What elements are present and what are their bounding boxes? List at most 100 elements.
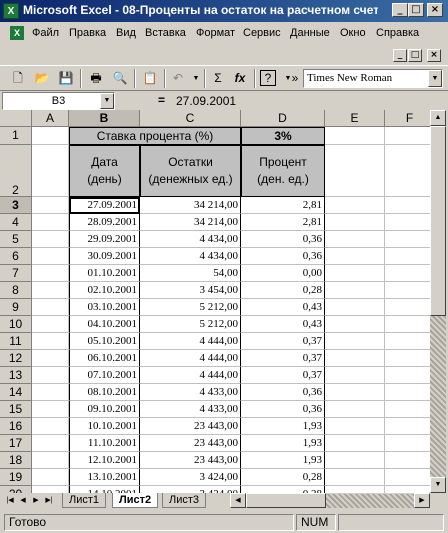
percent-cell[interactable]: 0,36 bbox=[241, 248, 325, 265]
cell-empty[interactable] bbox=[32, 401, 69, 418]
cell-empty[interactable] bbox=[385, 367, 430, 384]
menu-view[interactable]: Вид bbox=[116, 27, 136, 39]
sheet-tab-1[interactable]: Лист1 bbox=[62, 493, 107, 508]
scroll-right-icon[interactable]: ▶ bbox=[414, 493, 430, 508]
balance-column-title[interactable]: Остатки (денежных ед.) bbox=[140, 145, 241, 197]
print-preview-icon[interactable]: 🔍 bbox=[110, 69, 130, 88]
balance-cell[interactable]: 3 424,00 bbox=[140, 469, 241, 486]
cell-empty[interactable] bbox=[385, 350, 430, 367]
percent-cell[interactable]: 2,81 bbox=[241, 214, 325, 231]
cell-empty[interactable] bbox=[385, 282, 430, 299]
cell-empty[interactable] bbox=[385, 469, 430, 486]
date-cell[interactable]: 14.10.2001 bbox=[69, 486, 140, 493]
cell-empty[interactable] bbox=[32, 486, 69, 493]
cell-empty[interactable] bbox=[385, 452, 430, 469]
row-header[interactable]: 5 bbox=[0, 231, 32, 248]
row-header-2[interactable]: 2 bbox=[0, 145, 32, 197]
sheet-tab-3[interactable]: Лист3 bbox=[162, 493, 207, 508]
function-icon[interactable]: fx bbox=[230, 69, 250, 88]
balance-cell[interactable]: 4 444,00 bbox=[140, 350, 241, 367]
undo-dropdown-icon[interactable]: ▼ bbox=[186, 69, 206, 88]
menu-insert[interactable]: Вставка bbox=[145, 27, 186, 39]
percent-cell[interactable]: 0,36 bbox=[241, 384, 325, 401]
balance-cell[interactable]: 5 212,00 bbox=[140, 316, 241, 333]
cell-empty[interactable] bbox=[32, 316, 69, 333]
cell-empty[interactable] bbox=[32, 435, 69, 452]
row-header[interactable]: 10 bbox=[0, 316, 32, 333]
column-header-b[interactable]: B bbox=[69, 110, 140, 127]
cell-empty[interactable] bbox=[325, 401, 385, 418]
row-header[interactable]: 16 bbox=[0, 418, 32, 435]
cell-empty[interactable] bbox=[385, 418, 430, 435]
cell-empty[interactable] bbox=[32, 265, 69, 282]
undo-icon[interactable]: ↶ bbox=[168, 69, 188, 88]
percent-cell[interactable]: 0,43 bbox=[241, 316, 325, 333]
rate-value-cell[interactable]: 3% bbox=[241, 127, 325, 145]
row-header[interactable]: 20 bbox=[0, 486, 32, 493]
cell-empty[interactable] bbox=[325, 384, 385, 401]
date-cell[interactable]: 03.10.2001 bbox=[69, 299, 140, 316]
cell-empty[interactable] bbox=[325, 452, 385, 469]
percent-cell[interactable]: 1,93 bbox=[241, 435, 325, 452]
percent-cell[interactable]: 0,28 bbox=[241, 469, 325, 486]
spreadsheet-grid[interactable]: A B C D E F 1 Ставка процента (%) 3% 2 Д… bbox=[0, 110, 430, 493]
name-box[interactable]: B3 ▼ bbox=[2, 92, 115, 110]
date-cell[interactable]: 11.10.2001 bbox=[69, 435, 140, 452]
menu-format[interactable]: Формат bbox=[196, 27, 235, 39]
cell-empty[interactable] bbox=[32, 333, 69, 350]
cell-empty[interactable] bbox=[385, 214, 430, 231]
cell-empty[interactable] bbox=[325, 316, 385, 333]
date-cell[interactable]: 07.10.2001 bbox=[69, 367, 140, 384]
menu-file[interactable]: Файл bbox=[32, 27, 59, 39]
cell-empty[interactable] bbox=[385, 265, 430, 282]
row-header[interactable]: 9 bbox=[0, 299, 32, 316]
row-header[interactable]: 12 bbox=[0, 350, 32, 367]
cell-empty[interactable] bbox=[385, 435, 430, 452]
cell-empty[interactable] bbox=[32, 350, 69, 367]
cell-empty[interactable] bbox=[32, 214, 69, 231]
date-cell[interactable]: 27.09.2001 bbox=[69, 197, 140, 214]
date-cell[interactable]: 04.10.2001 bbox=[69, 316, 140, 333]
cell-empty[interactable] bbox=[385, 401, 430, 418]
cell-empty[interactable] bbox=[325, 367, 385, 384]
cell-empty[interactable] bbox=[32, 367, 69, 384]
cell-empty[interactable] bbox=[325, 469, 385, 486]
date-cell[interactable]: 08.10.2001 bbox=[69, 384, 140, 401]
column-header-f[interactable]: F bbox=[385, 110, 430, 127]
help-icon[interactable]: ? bbox=[260, 70, 276, 86]
column-header-a[interactable]: A bbox=[32, 110, 69, 127]
menu-data[interactable]: Данные bbox=[290, 27, 330, 39]
date-column-title[interactable]: Дата (день) bbox=[69, 145, 140, 197]
cell-e1[interactable] bbox=[325, 127, 385, 145]
row-header[interactable]: 6 bbox=[0, 248, 32, 265]
menu-edit[interactable]: Правка bbox=[69, 27, 106, 39]
balance-cell[interactable]: 4 434,00 bbox=[140, 248, 241, 265]
percent-cell[interactable]: 0,28 bbox=[241, 282, 325, 299]
row-header[interactable]: 18 bbox=[0, 452, 32, 469]
vertical-scrollbar[interactable]: ▲ ▼ bbox=[430, 110, 446, 493]
row-header[interactable]: 13 bbox=[0, 367, 32, 384]
menu-help[interactable]: Справка bbox=[376, 27, 419, 39]
percent-cell[interactable]: 1,93 bbox=[241, 418, 325, 435]
open-folder-icon[interactable]: 📂 bbox=[32, 69, 52, 88]
cell-empty[interactable] bbox=[32, 231, 69, 248]
percent-cell[interactable]: 0,00 bbox=[241, 265, 325, 282]
date-cell[interactable]: 01.10.2001 bbox=[69, 265, 140, 282]
cell-empty[interactable] bbox=[325, 265, 385, 282]
autosum-icon[interactable]: Σ bbox=[208, 69, 228, 88]
percent-cell[interactable]: 2,81 bbox=[241, 197, 325, 214]
date-cell[interactable]: 13.10.2001 bbox=[69, 469, 140, 486]
cell-f1[interactable] bbox=[385, 127, 430, 145]
row-header[interactable]: 19 bbox=[0, 469, 32, 486]
scroll-left-icon[interactable]: ◀ bbox=[230, 493, 246, 508]
cell-empty[interactable] bbox=[325, 333, 385, 350]
cell-e2[interactable] bbox=[325, 145, 385, 197]
balance-cell[interactable]: 5 212,00 bbox=[140, 299, 241, 316]
more-buttons-icon[interactable]: » bbox=[290, 69, 300, 88]
doc-minimize-button[interactable]: _ bbox=[393, 49, 407, 62]
date-cell[interactable]: 28.09.2001 bbox=[69, 214, 140, 231]
close-button[interactable]: × bbox=[427, 3, 443, 17]
cell-empty[interactable] bbox=[385, 384, 430, 401]
row-header[interactable]: 17 bbox=[0, 435, 32, 452]
cell-empty[interactable] bbox=[325, 350, 385, 367]
